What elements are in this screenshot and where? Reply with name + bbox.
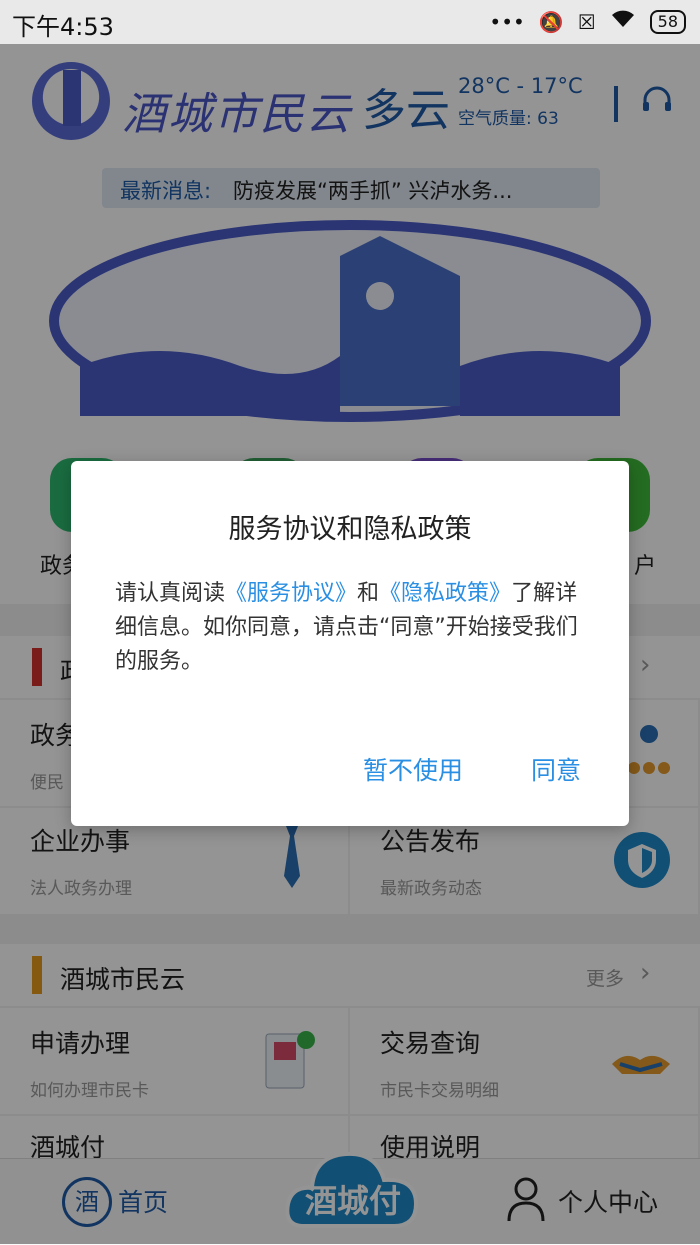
privacy-dialog: 服务协议和隐私政策 请认真阅读《服务协议》和《隐私政策》了解详细信息。如你同意，… bbox=[71, 461, 629, 826]
status-bar: 下午4:53 ••• 🔕 ☒ 58 bbox=[0, 0, 700, 44]
dialog-title: 服务协议和隐私政策 bbox=[228, 514, 472, 545]
dialog-body-prefix: 请认真阅读 bbox=[115, 581, 226, 606]
dialog-body: 请认真阅读《服务协议》和《隐私政策》了解详细信息。如你同意，请点击“同意”开始接… bbox=[115, 577, 589, 679]
wifi-icon bbox=[610, 9, 636, 34]
status-icons: ••• 🔕 ☒ 58 bbox=[489, 9, 686, 34]
sim-off-icon: ☒ bbox=[577, 9, 596, 34]
battery-icon: 58 bbox=[649, 9, 686, 34]
agree-button[interactable]: 同意 bbox=[531, 751, 581, 787]
service-agreement-link[interactable]: 《服务协议》 bbox=[225, 581, 357, 606]
mute-bell-icon: 🔕 bbox=[538, 9, 564, 34]
status-time: 下午4:53 bbox=[12, 13, 114, 41]
more-dots-icon: ••• bbox=[489, 9, 525, 34]
dialog-body-and: 和 bbox=[357, 581, 380, 606]
privacy-policy-link[interactable]: 《隐私政策》 bbox=[379, 581, 511, 606]
decline-button[interactable]: 暂不使用 bbox=[363, 751, 463, 787]
